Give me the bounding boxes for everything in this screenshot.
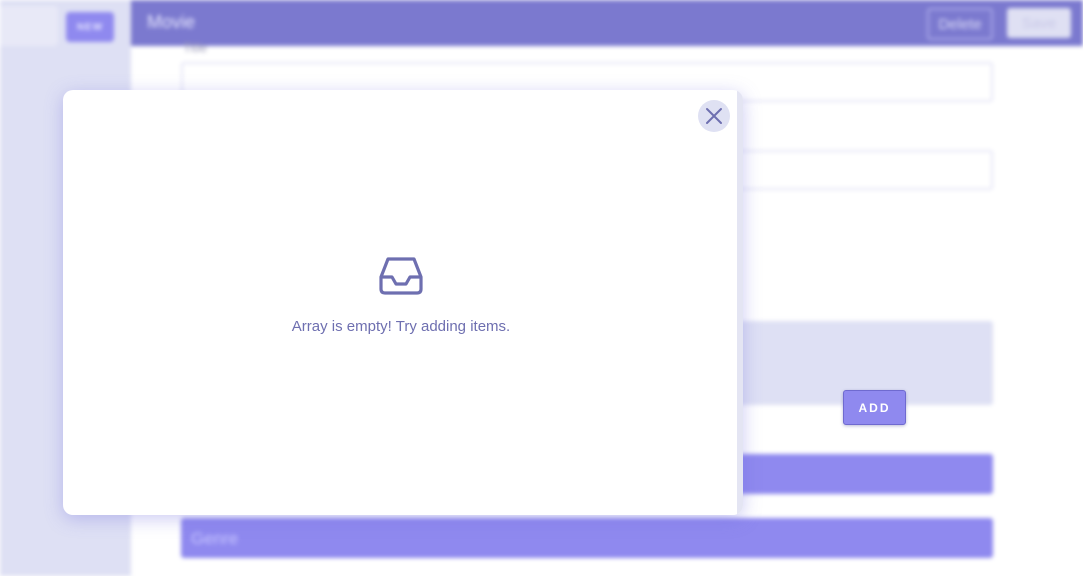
genre-field[interactable]: Genre [181, 518, 993, 558]
close-icon [706, 108, 722, 124]
new-button[interactable]: NEW [66, 12, 114, 42]
add-button[interactable]: ADD [843, 390, 906, 425]
array-modal: Array is empty! Try adding items. [63, 90, 743, 515]
page-title: Movie [147, 12, 196, 32]
delete-button[interactable]: Delete [927, 8, 993, 40]
modal-scroll-edge [737, 90, 743, 515]
close-button[interactable] [698, 100, 730, 132]
inbox-icon [379, 257, 423, 295]
sidebar-search[interactable] [0, 6, 58, 46]
empty-message: Array is empty! Try adding items. [291, 318, 511, 335]
save-button[interactable]: Save [1007, 8, 1071, 38]
header-bar: Movie Delete Save [131, 0, 1083, 46]
title-label: Title [183, 40, 208, 55]
genre-label: Genre [191, 529, 239, 548]
